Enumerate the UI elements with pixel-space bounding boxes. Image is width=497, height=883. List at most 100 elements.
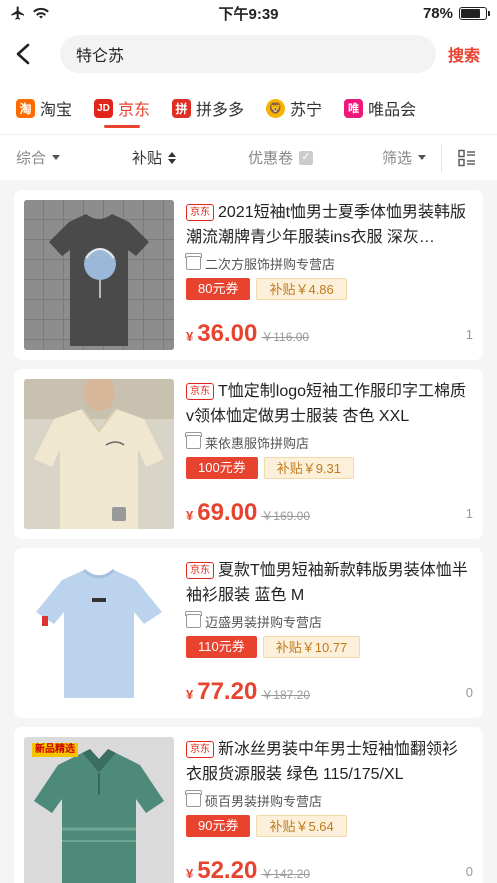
product-title[interactable]: 京东 夏款T恤男短袖新款韩版男装体恤半袖衫服装 蓝色 M — [186, 558, 473, 608]
product-image[interactable] — [24, 379, 174, 529]
tab-label: 淘宝 — [40, 102, 73, 119]
suning-icon: 🦁 — [266, 98, 286, 118]
tags-row: 100元券 补贴￥9.31 — [186, 457, 473, 479]
shop-name: 二次方服饰拼购专营店 — [205, 256, 336, 272]
original-price: ￥142.20 — [261, 867, 311, 881]
subsidy-tag: 补贴￥4.86 — [256, 278, 347, 300]
price: 52.20 — [197, 857, 258, 883]
jd-icon: JD — [94, 98, 114, 118]
shop-row[interactable]: 二次方服饰拼购专营店 — [185, 252, 473, 274]
tab-label: 苏宁 — [290, 102, 323, 119]
price-row: ¥ 36.00 ￥116.00 — [186, 320, 309, 348]
status-time: 下午9:39 — [218, 5, 279, 23]
shop-row[interactable]: 迈盛男装拼购专营店 — [185, 610, 473, 632]
airplane-icon — [11, 6, 24, 20]
status-bar: 下午9:39 78% — [0, 0, 497, 26]
sort-label: 综合 — [16, 150, 47, 167]
tab-jd[interactable]: JD 京东 — [94, 82, 150, 134]
currency-symbol: ¥ — [186, 866, 194, 881]
product-title[interactable]: 京东 T恤定制logo短袖工作服印字工棉质v领体恤定做男士服装 杏色 XXL — [186, 379, 473, 429]
shop-name: 硕百男装拼购专营店 — [205, 793, 323, 809]
price: 36.00 — [197, 320, 258, 347]
tab-suning[interactable]: 🦁 苏宁 — [266, 82, 322, 134]
shop-row[interactable]: 莱依惠服饰拼购店 — [185, 431, 473, 453]
sort-coupon[interactable]: 优惠卷 ✓ — [248, 147, 314, 168]
sort-bar: 综合 补贴 优惠卷 ✓ 筛选 — [0, 134, 497, 180]
shop-icon — [185, 611, 202, 628]
shop-icon — [185, 790, 202, 807]
tab-label: 京东 — [118, 102, 151, 119]
subsidy-tag: 补贴￥10.77 — [262, 636, 361, 658]
divider — [441, 143, 442, 172]
tab-label: 唯品会 — [368, 102, 417, 119]
coupon-tag[interactable]: 90元券 — [186, 815, 251, 837]
jd-badge: 京东 — [186, 204, 214, 221]
battery-fill — [461, 8, 480, 18]
shop-name: 莱依惠服饰拼购店 — [205, 435, 310, 451]
shop-name: 迈盛男装拼购专营店 — [205, 614, 323, 630]
sort-subsidy[interactable]: 补贴 — [132, 147, 177, 168]
price: 69.00 — [197, 499, 258, 526]
checkbox-icon: ✓ — [299, 150, 314, 165]
product-title[interactable]: 京东 新冰丝男装中年男士短袖恤翻领衫衣服货源服装 绿色 115/175/XL — [186, 737, 473, 787]
title-text: 2021短袖t恤男士夏季体恤男装韩版潮流潮牌青少年服装ins衣服 深灰… — [186, 204, 467, 246]
shop-icon — [185, 253, 202, 270]
pinduoduo-icon: 拼 — [172, 98, 192, 118]
vipshop-icon: 唯 — [344, 98, 364, 118]
product-info: 京东 新冰丝男装中年男士短袖恤翻领衫衣服货源服装 绿色 115/175/XL 硕百… — [185, 737, 473, 883]
back-button[interactable] — [14, 38, 46, 70]
platform-tabs: 淘 淘宝 JD 京东 拼 拼多多 🦁 苏宁 唯 唯品会 — [0, 82, 497, 134]
sold-count: 0 — [465, 685, 473, 700]
tshirt-image — [24, 379, 174, 529]
product-image[interactable]: 新品精选 — [24, 737, 174, 883]
sold-count: 0 — [465, 864, 473, 879]
shop-icon — [185, 432, 202, 449]
tags-row: 80元券 补贴￥4.86 — [186, 278, 473, 300]
active-tab-indicator — [104, 125, 141, 128]
product-info: 京东 T恤定制logo短袖工作服印字工棉质v领体恤定做男士服装 杏色 XXL 莱依… — [185, 379, 473, 529]
coupon-tag[interactable]: 110元券 — [186, 636, 257, 658]
sort-label: 筛选 — [382, 150, 413, 167]
tab-taobao[interactable]: 淘 淘宝 — [16, 82, 72, 134]
original-price: ￥169.00 — [261, 509, 311, 523]
new-product-badge: 新品精选 — [32, 743, 78, 757]
layout-toggle-button[interactable] — [458, 149, 476, 167]
taobao-icon: 淘 — [16, 98, 35, 118]
shop-row[interactable]: 硕百男装拼购专营店 — [185, 789, 473, 811]
product-card[interactable]: 京东 夏款T恤男短袖新款韩版男装体恤半袖衫服装 蓝色 M 迈盛男装拼购专营店 11… — [14, 548, 483, 718]
coupon-tag[interactable]: 100元券 — [186, 457, 258, 479]
tab-vipshop[interactable]: 唯 唯品会 — [344, 82, 416, 134]
back-arrow-icon — [16, 43, 30, 65]
chevron-down-icon — [418, 155, 427, 160]
price-row: ¥ 52.20 ￥142.20 — [186, 857, 310, 883]
tab-pinduoduo[interactable]: 拼 拼多多 — [172, 82, 244, 134]
product-card[interactable]: 京东 2021短袖t恤男士夏季体恤男装韩版潮流潮牌青少年服装ins衣服 深灰… 二… — [14, 190, 483, 360]
search-input[interactable]: 特仑苏 — [60, 35, 436, 73]
sort-filter[interactable]: 筛选 — [382, 147, 427, 168]
product-title[interactable]: 京东 2021短袖t恤男士夏季体恤男装韩版潮流潮牌青少年服装ins衣服 深灰… — [186, 200, 473, 250]
jd-badge: 京东 — [186, 562, 214, 579]
sort-comprehensive[interactable]: 综合 — [16, 147, 61, 168]
product-image[interactable] — [24, 200, 174, 350]
product-image[interactable] — [24, 558, 174, 708]
status-right: 78% — [367, 5, 490, 22]
search-query: 特仑苏 — [76, 48, 125, 65]
title-text: T恤定制logo短袖工作服印字工棉质v领体恤定做男士服装 杏色 XXL — [186, 383, 467, 425]
list-layout-icon — [458, 149, 475, 166]
price-row: ¥ 69.00 ￥169.00 — [186, 499, 310, 527]
chevron-down-icon — [52, 155, 61, 160]
jd-badge: 京东 — [186, 741, 214, 758]
sold-count: 1 — [465, 506, 473, 521]
product-card[interactable]: 京东 T恤定制logo短袖工作服印字工棉质v领体恤定做男士服装 杏色 XXL 莱依… — [14, 369, 483, 539]
subsidy-tag: 补贴￥9.31 — [263, 457, 355, 479]
sort-label: 优惠卷 — [248, 150, 294, 167]
tshirt-image — [24, 200, 174, 350]
coupon-tag[interactable]: 80元券 — [186, 278, 251, 300]
product-card[interactable]: 新品精选 京东 新冰丝男装中年男士短袖恤翻领衫衣服货源服装 绿色 115/175/… — [14, 727, 483, 883]
subsidy-tag: 补贴￥5.64 — [256, 815, 347, 837]
tshirt-image — [24, 558, 174, 708]
currency-symbol: ¥ — [186, 508, 194, 523]
jd-badge: 京东 — [186, 383, 214, 400]
search-button[interactable]: 搜索 — [448, 42, 480, 66]
price: 77.20 — [197, 678, 258, 705]
